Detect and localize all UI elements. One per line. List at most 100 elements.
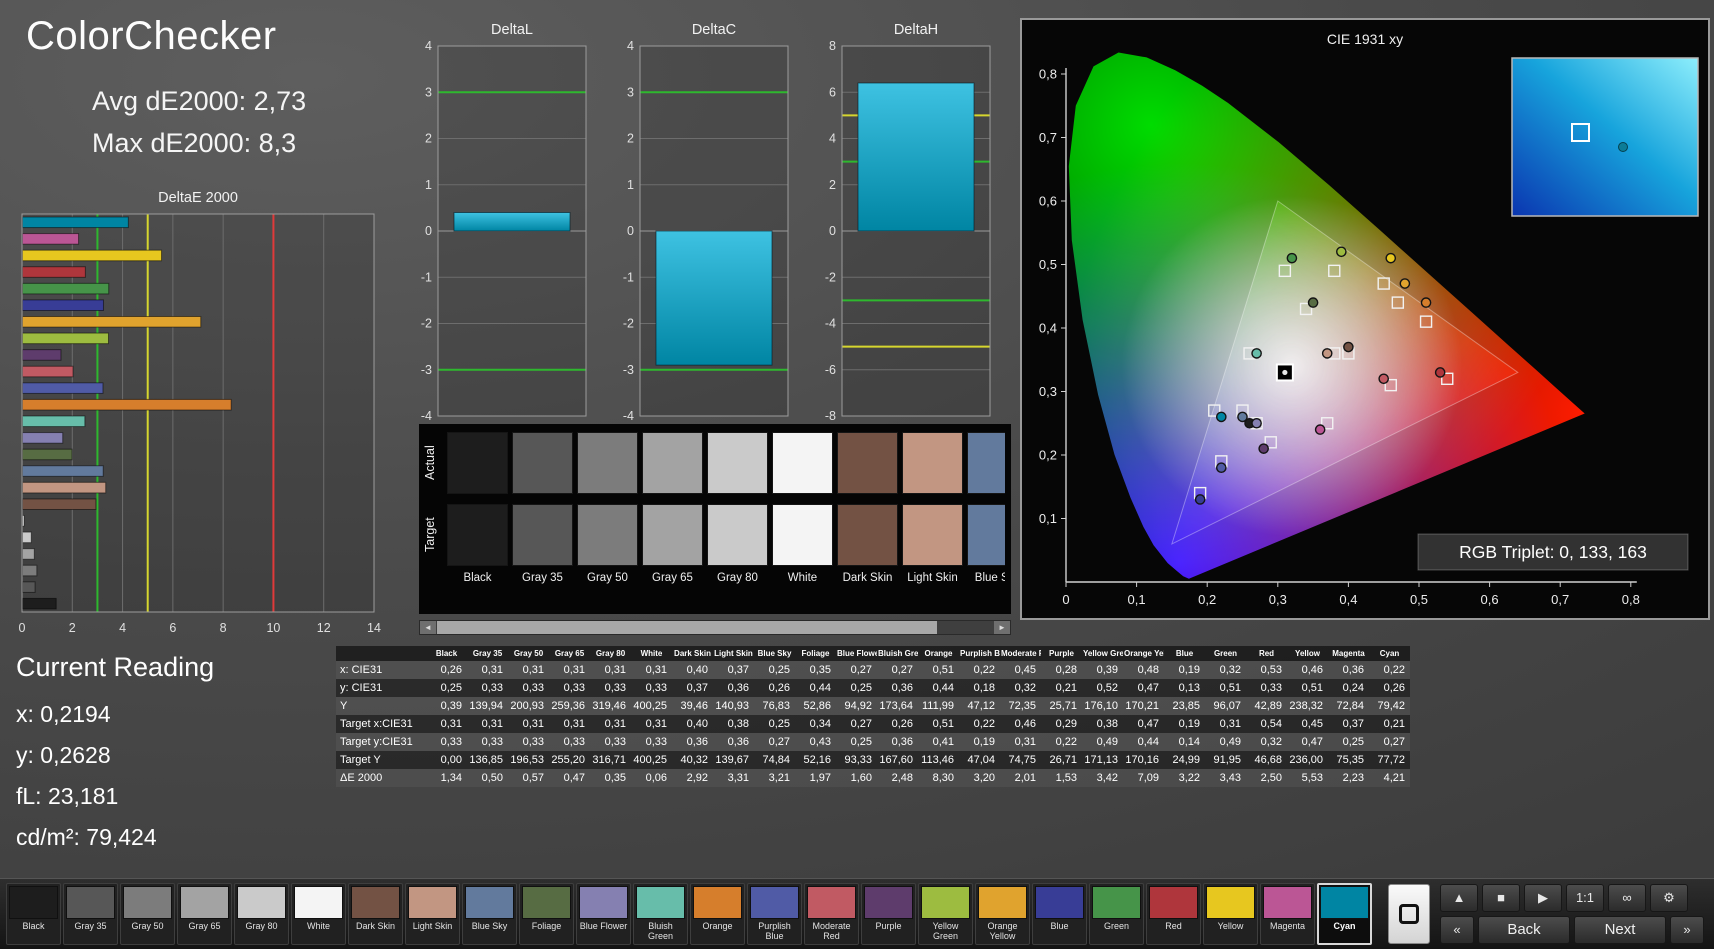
- swatch-column: White: [770, 432, 835, 584]
- table-cell: 0,34: [795, 715, 836, 733]
- patch-button-gray-80[interactable]: Gray 80: [234, 883, 289, 945]
- table-cell: 0,31: [549, 661, 590, 679]
- scroll-thumb[interactable]: [437, 621, 937, 634]
- deltae-bar: [22, 581, 36, 593]
- table-cell: 0,49: [1082, 733, 1123, 751]
- table-cell: 91,95: [1205, 751, 1246, 769]
- patch-label: Purplish Blue: [758, 921, 791, 941]
- table-cell: 0,36: [713, 679, 754, 697]
- table-cell: 0,26: [754, 679, 795, 697]
- patch-button-blue[interactable]: Blue: [1032, 883, 1087, 945]
- patch-label: White: [306, 921, 330, 931]
- table-cell: 39,46: [672, 697, 713, 715]
- scroll-right-button[interactable]: ►: [994, 621, 1010, 634]
- patch-button-bluish-green[interactable]: Bluish Green: [633, 883, 688, 945]
- table-column-header: Yellow: [1287, 646, 1328, 661]
- scroll-left-button[interactable]: ◄: [420, 621, 436, 634]
- up-button[interactable]: ▲: [1440, 884, 1478, 912]
- actual-size-button[interactable]: 1:1: [1566, 884, 1604, 912]
- table-cell: 0,46: [1000, 715, 1041, 733]
- target-swatch: [642, 504, 703, 566]
- patch-chip: [1092, 886, 1141, 919]
- deltae-chart-title: DeltaE 2000: [158, 190, 238, 206]
- target-row-label: Target: [423, 517, 437, 553]
- swatch-name: Gray 50: [587, 572, 628, 584]
- cie-measured-point: [1378, 373, 1390, 385]
- patch-button-yellow[interactable]: Yellow: [1203, 883, 1258, 945]
- patch-button-cyan[interactable]: Cyan: [1317, 883, 1372, 945]
- next-button[interactable]: Next: [1574, 916, 1666, 944]
- table-cell: 0,22: [959, 661, 1000, 679]
- svg-text:4: 4: [829, 132, 836, 146]
- settings-button[interactable]: ⚙: [1650, 884, 1688, 912]
- table-cell: 113,46: [918, 751, 959, 769]
- deltae-bar: [22, 481, 107, 494]
- table-row: ΔE 2000 1,34 0,50 0,57 0,47 0,35 0,06 2,92 3,31 3…: [336, 769, 1410, 787]
- deltae-bar: [22, 349, 62, 361]
- patch-button-blue-flower[interactable]: Blue Flower: [576, 883, 631, 945]
- svg-text:0,3: 0,3: [1039, 384, 1057, 399]
- link-button[interactable]: ∞: [1608, 884, 1646, 912]
- patch-button-purplish-blue[interactable]: Purplish Blue: [747, 883, 802, 945]
- table-row: x: CIE31 0,26 0,31 0,31 0,31 0,31 0,31 0,40 0,37…: [336, 661, 1410, 679]
- actual-swatch: [447, 432, 508, 494]
- prev-page-button[interactable]: «: [1440, 916, 1474, 944]
- svg-text:8: 8: [220, 621, 227, 635]
- table-cell: 2,23: [1328, 769, 1369, 787]
- table-row-label: Target y:CIE31: [336, 733, 426, 751]
- patch-button-red[interactable]: Red: [1146, 883, 1201, 945]
- patch-button-black[interactable]: Black: [6, 883, 61, 945]
- table-column-header: Dark Skin: [672, 646, 713, 661]
- table-cell: 0,26: [877, 715, 918, 733]
- svg-text:2: 2: [69, 621, 76, 635]
- table-row-label: Y: [336, 697, 426, 715]
- patch-button-green[interactable]: Green: [1089, 883, 1144, 945]
- cie-measured-point: [1321, 348, 1333, 359]
- table-column-header: Moderate Red: [1000, 646, 1041, 661]
- deltac-bar: [655, 230, 773, 366]
- patch-button-orange[interactable]: Orange: [690, 883, 745, 945]
- patch-button-yellow-green[interactable]: Yellow Green: [918, 883, 973, 945]
- deltae-bar: [22, 266, 86, 278]
- patch-chip: [693, 886, 742, 919]
- patch-button-gray-50[interactable]: Gray 50: [120, 883, 175, 945]
- table-cell: 1,97: [795, 769, 836, 787]
- stop-button[interactable]: ■: [1482, 884, 1520, 912]
- play-button[interactable]: ▶: [1524, 884, 1562, 912]
- next-page-button[interactable]: »: [1670, 916, 1704, 944]
- table-cell: 0,45: [1000, 661, 1041, 679]
- svg-text:0,5: 0,5: [1410, 592, 1428, 607]
- table-row: Y 0,39 139,94 200,93 259,36 319,46 400,25 39,46…: [336, 697, 1410, 715]
- patch-button-foliage[interactable]: Foliage: [519, 883, 574, 945]
- patch-button-gray-35[interactable]: Gray 35: [63, 883, 118, 945]
- patch-chip: [123, 886, 172, 919]
- table-cell: 23,85: [1164, 697, 1205, 715]
- patch-chip: [9, 886, 58, 919]
- svg-text:1: 1: [627, 178, 634, 192]
- patch-button-light-skin[interactable]: Light Skin: [405, 883, 460, 945]
- patch-button-gray-65[interactable]: Gray 65: [177, 883, 232, 945]
- pattern-window-button[interactable]: [1388, 884, 1430, 944]
- back-button[interactable]: Back: [1478, 916, 1570, 944]
- patch-button-dark-skin[interactable]: Dark Skin: [348, 883, 403, 945]
- table-cell: 0,33: [631, 679, 672, 697]
- patch-button-white[interactable]: White: [291, 883, 346, 945]
- patch-button-moderate-red[interactable]: Moderate Red: [804, 883, 859, 945]
- table-cell: 139,67: [713, 751, 754, 769]
- svg-text:0,4: 0,4: [1339, 592, 1357, 607]
- svg-text:2: 2: [425, 132, 432, 146]
- patch-button-purple[interactable]: Purple: [861, 883, 916, 945]
- icon-button-row: ▲ ■ ▶ 1:1 ∞ ⚙: [1440, 884, 1688, 912]
- table-cell: 72,35: [1000, 697, 1041, 715]
- svg-text:0: 0: [19, 621, 26, 635]
- measurement-table-wrap: Black Gray 35 Gray 50 Gray 65 Gray 80 White Da…: [336, 646, 1410, 787]
- patch-button-magenta[interactable]: Magenta: [1260, 883, 1315, 945]
- table-cell: 0,33: [1246, 679, 1287, 697]
- table-cell: 0,25: [836, 679, 877, 697]
- swatch-scrollbar[interactable]: ◄ ►: [419, 620, 1011, 635]
- inset-measured-point: [1618, 142, 1628, 152]
- patch-button-orange-yellow[interactable]: Orange Yellow: [975, 883, 1030, 945]
- patch-button-blue-sky[interactable]: Blue Sky: [462, 883, 517, 945]
- table-cell: 0,27: [877, 661, 918, 679]
- patch-chip: [978, 886, 1027, 919]
